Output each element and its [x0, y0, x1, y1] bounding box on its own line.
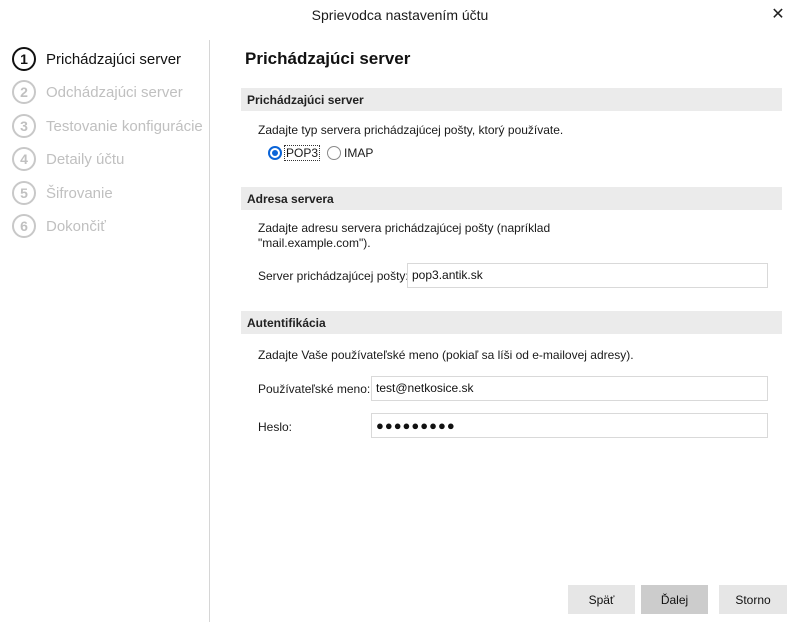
auth-prompt: Zadajte Vaše používateľské meno (pokiaľ …	[258, 348, 634, 362]
section-incoming-server: Prichádzajúci server	[241, 88, 782, 111]
window-title: Sprievodca nastavením účtu	[311, 7, 489, 23]
step-test-configuration: 3 Testovanie konfigurácie	[12, 113, 203, 139]
address-prompt-line1: Zadajte adresu servera prichádzajúcej po…	[258, 221, 551, 235]
step-number: 5	[12, 181, 36, 205]
title-bar: Sprievodca nastavením účtu ✕	[0, 0, 800, 32]
back-button[interactable]: Späť	[568, 585, 635, 614]
radio-pop3[interactable]: POP3	[268, 145, 321, 161]
page-title: Prichádzajúci server	[245, 49, 411, 68]
step-outgoing-server: 2 Odchádzajúci server	[12, 79, 183, 105]
close-icon[interactable]: ✕	[768, 4, 788, 24]
address-prompt-line2: "mail.example.com").	[258, 236, 371, 250]
step-label: Odchádzajúci server	[46, 83, 183, 101]
step-label: Šifrovanie	[46, 184, 113, 202]
sidebar-divider	[209, 40, 210, 622]
radio-label: IMAP	[344, 146, 374, 160]
username-input[interactable]: test@netkosice.sk	[371, 376, 768, 401]
step-label: Prichádzajúci server	[46, 50, 182, 68]
step-number: 2	[12, 80, 36, 104]
next-button[interactable]: Ďalej	[641, 585, 708, 614]
radio-checked-icon	[268, 146, 282, 160]
step-label: Detaily účtu	[46, 150, 125, 168]
radio-imap[interactable]: IMAP	[327, 146, 373, 160]
server-type-prompt: Zadajte typ servera prichádzajúcej pošty…	[258, 123, 564, 137]
step-encryption: 5 Šifrovanie	[12, 180, 113, 206]
radio-unchecked-icon	[327, 146, 341, 160]
section-authentication: Autentifikácia	[241, 311, 782, 334]
username-label: Používateľské meno:	[258, 382, 371, 396]
step-number: 6	[12, 214, 36, 238]
section-server-address: Adresa servera	[241, 187, 782, 210]
step-number: 3	[12, 114, 36, 138]
step-label: Testovanie konfigurácie	[46, 117, 203, 135]
password-label: Heslo:	[258, 420, 293, 434]
section-title: Autentifikácia	[247, 316, 326, 330]
step-account-details: 4 Detaily účtu	[12, 146, 124, 172]
section-title: Adresa servera	[247, 192, 334, 206]
step-number: 1	[12, 47, 36, 71]
section-title: Prichádzajúci server	[247, 93, 364, 107]
incoming-server-input[interactable]: pop3.antik.sk	[407, 263, 768, 288]
cancel-button[interactable]: Storno	[719, 585, 787, 614]
radio-label: POP3	[283, 145, 321, 161]
step-finish: 6 Dokončiť	[12, 213, 106, 239]
step-label: Dokončiť	[46, 217, 106, 235]
step-number: 4	[12, 147, 36, 171]
server-field-label: Server prichádzajúcej pošty:	[258, 269, 409, 283]
password-input[interactable]: ●●●●●●●●●	[371, 413, 768, 438]
step-incoming-server: 1 Prichádzajúci server	[12, 46, 181, 72]
